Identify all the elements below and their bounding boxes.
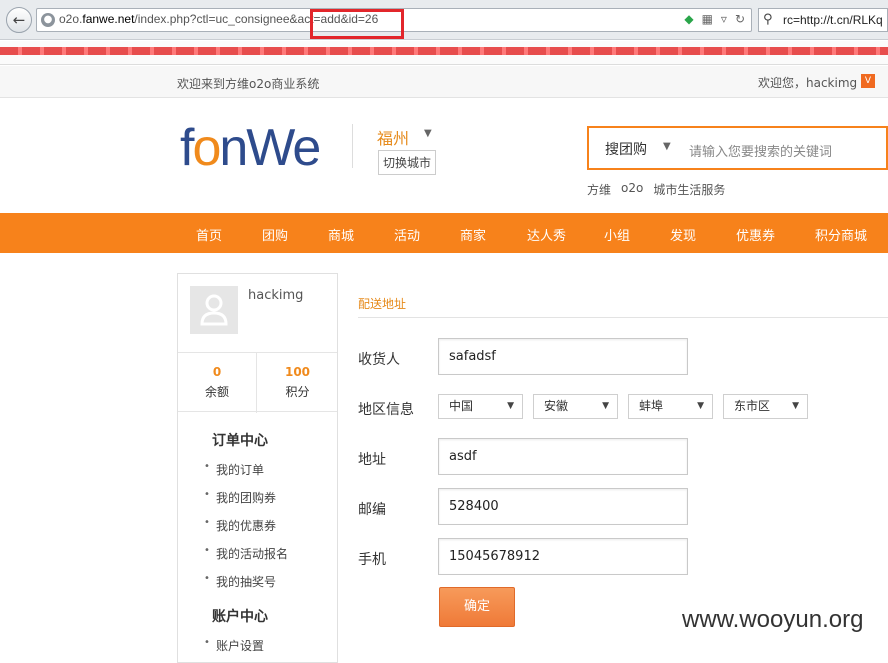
url-bar-icons: ◆ ▦ ▿ ↻ <box>684 12 745 26</box>
chevron-down-icon: ▼ <box>507 401 514 411</box>
nav-item-points-mall[interactable]: 积分商城 <box>815 225 867 244</box>
hot-words: 方维 o2o 城市生活服务 <box>587 181 725 198</box>
main-nav: 首页 团购 商城 活动 商家 达人秀 小组 发现 优惠券 积分商城 <box>0 213 888 253</box>
region-label: 地区信息 <box>358 402 414 418</box>
district-select-value: 东市区 <box>734 399 771 413</box>
phone-input[interactable]: 15045678912 <box>438 538 688 575</box>
shield-icon[interactable]: ◆ <box>684 12 693 26</box>
nav-item-expert-show[interactable]: 达人秀 <box>527 225 566 244</box>
zip-label: 邮编 <box>358 502 386 518</box>
submit-button[interactable]: 确定 <box>439 587 515 627</box>
sidebar-item-my-lottery[interactable]: 我的抽奖号 <box>204 573 276 590</box>
header-divider <box>352 124 353 168</box>
url-highlight-box <box>310 9 404 39</box>
user-menu-icon[interactable]: V <box>861 74 875 88</box>
dropdown-arrow-icon[interactable]: ▿ <box>721 12 727 26</box>
browser-search-text: rc=http://t.cn/RLKq <box>783 13 883 27</box>
reload-icon[interactable]: ↻ <box>735 12 745 26</box>
logo-text-o: o <box>192 119 221 177</box>
balance-label: 余额 <box>204 385 229 399</box>
user-welcome-link[interactable]: 欢迎您，hackimg <box>758 74 857 91</box>
nav-item-merchants[interactable]: 商家 <box>460 225 486 244</box>
sidebar-item-my-coupons[interactable]: 我的优惠券 <box>204 517 276 534</box>
order-center-heading: 订单中心 <box>212 433 268 449</box>
globe-icon: ● <box>41 13 55 27</box>
address-input[interactable]: asdf <box>438 438 688 475</box>
nav-item-mall[interactable]: 商城 <box>328 225 354 244</box>
logo-text-nwe: nWe <box>219 119 321 177</box>
sidebar-username[interactable]: hackimg <box>248 288 303 303</box>
country-select[interactable]: 中国 ▼ <box>438 394 523 419</box>
welcome-text: 欢迎来到方维o2o商业系统 <box>177 77 320 91</box>
search-category-dropdown-icon[interactable]: ▼ <box>663 141 671 152</box>
chevron-down-icon: ▼ <box>792 401 799 411</box>
balance-stat[interactable]: 0 余额 <box>178 353 257 413</box>
redacted-strip <box>0 47 888 55</box>
search-category[interactable]: 搜团购 <box>605 139 647 159</box>
account-center-heading: 账户中心 <box>212 609 268 625</box>
search-icon: ⚲ <box>763 12 773 27</box>
points-label: 积分 <box>285 385 310 399</box>
switch-city-button[interactable]: 切换城市 <box>378 150 437 175</box>
address-label: 地址 <box>358 452 386 468</box>
nav-item-groupbuy[interactable]: 团购 <box>262 225 288 244</box>
points-stat[interactable]: 100 积分 <box>258 353 337 413</box>
user-silhouette-icon <box>200 294 228 326</box>
back-arrow-icon[interactable]: ← <box>6 7 32 33</box>
district-select[interactable]: 东市区 ▼ <box>723 394 808 419</box>
qr-code-icon[interactable]: ▦ <box>702 12 713 26</box>
nav-item-discover[interactable]: 发现 <box>670 225 696 244</box>
site-search-box: 搜团购 ▼ 请输入您要搜索的关键词 <box>587 126 888 170</box>
nav-item-coupons[interactable]: 优惠券 <box>736 225 775 244</box>
browser-toolbar: ← ● o2o.fanwe.net/index.php?ctl=uc_consi… <box>0 0 888 40</box>
province-select[interactable]: 安徽 ▼ <box>533 394 618 419</box>
browser-search-field[interactable]: ⚲ rc=http://t.cn/RLKq <box>758 8 888 32</box>
nav-item-events[interactable]: 活动 <box>394 225 420 244</box>
site-logo[interactable]: fonWe <box>180 118 321 178</box>
sidebar-item-my-vouchers[interactable]: 我的团购券 <box>204 489 276 506</box>
city-select[interactable]: 蚌埠 ▼ <box>628 394 713 419</box>
section-divider <box>358 317 888 318</box>
consignee-label: 收货人 <box>358 352 400 368</box>
chevron-down-icon: ▼ <box>697 401 704 411</box>
site-topbar: 欢迎来到方维o2o商业系统 欢迎您，hackimg V <box>0 66 888 98</box>
country-select-value: 中国 <box>449 399 474 413</box>
city-select-value: 蚌埠 <box>639 399 664 413</box>
current-city[interactable]: 福州 <box>377 125 409 149</box>
watermark: www.wooyun.org <box>682 606 864 633</box>
section-title: 配送地址 <box>358 297 407 311</box>
nav-item-home[interactable]: 首页 <box>196 225 222 244</box>
hot-word[interactable]: 城市生活服务 <box>653 181 725 198</box>
province-select-value: 安徽 <box>544 399 569 413</box>
city-dropdown-icon[interactable]: ▼ <box>424 128 432 139</box>
hot-word[interactable]: o2o <box>621 181 643 198</box>
user-sidebar: hackimg 0 余额 100 积分 订单中心 我的订单 我的团购券 我的优惠… <box>177 273 338 663</box>
sidebar-item-my-orders[interactable]: 我的订单 <box>204 461 264 478</box>
hot-word[interactable]: 方维 <box>587 181 611 198</box>
consignee-input[interactable]: safadsf <box>438 338 688 375</box>
sidebar-item-account-settings[interactable]: 账户设置 <box>204 637 264 654</box>
nav-item-groups[interactable]: 小组 <box>604 225 630 244</box>
zip-input[interactable]: 528400 <box>438 488 688 525</box>
phone-label: 手机 <box>358 552 386 568</box>
account-stats: 0 余额 100 积分 <box>178 352 337 413</box>
balance-value: 0 <box>212 365 222 379</box>
avatar[interactable] <box>190 286 238 334</box>
sidebar-item-my-event-signups[interactable]: 我的活动报名 <box>204 545 288 562</box>
bookmarks-bar <box>0 41 888 65</box>
points-value: 100 <box>284 365 311 379</box>
logo-text-f: f <box>180 119 195 177</box>
site-search-input[interactable]: 请输入您要搜索的关键词 <box>689 141 832 160</box>
chevron-down-icon: ▼ <box>602 401 609 411</box>
